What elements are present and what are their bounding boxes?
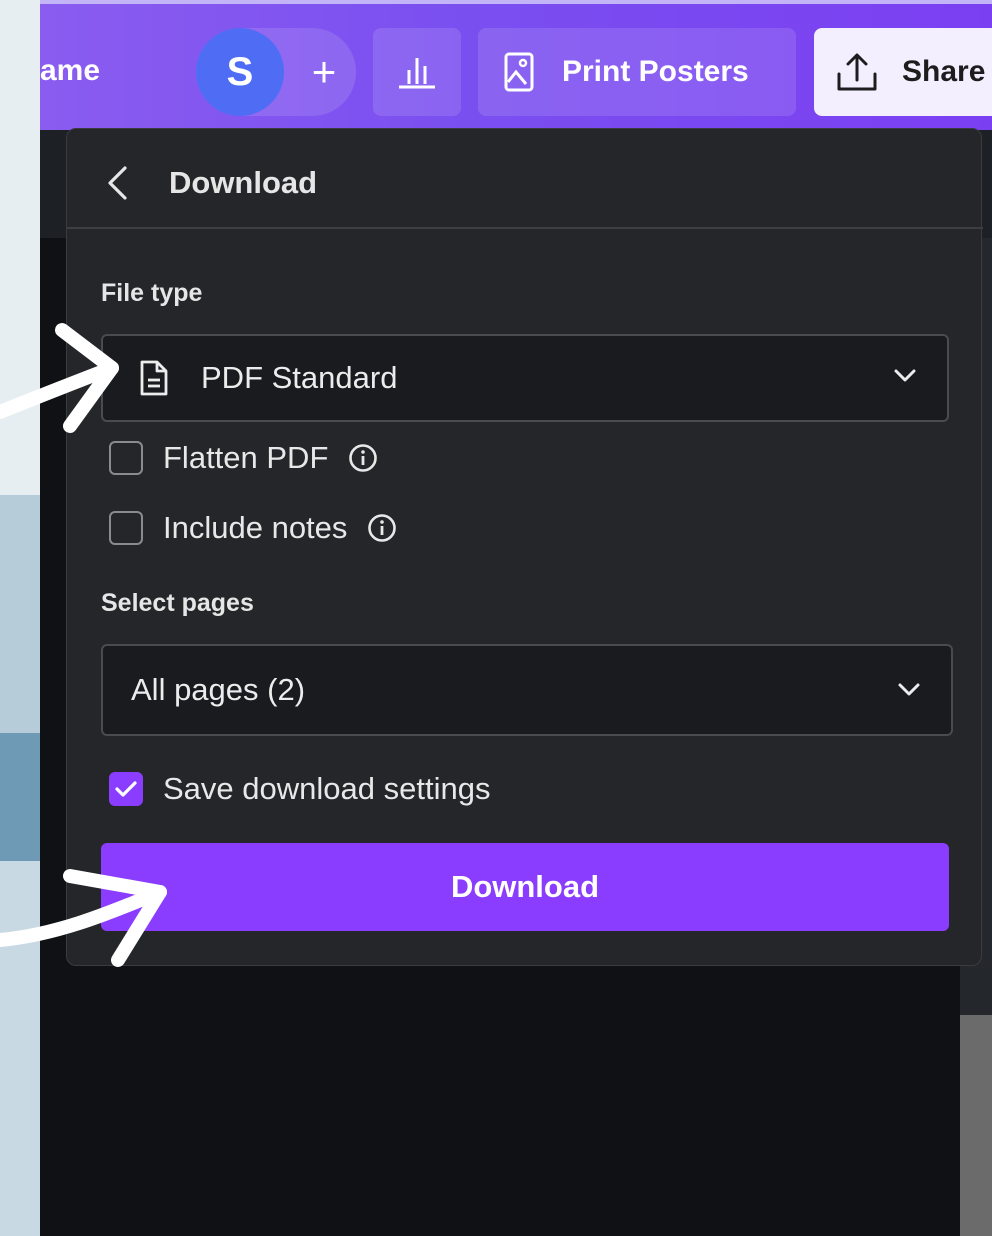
info-icon[interactable] [348,443,378,473]
upload-icon [837,53,877,91]
flatten-pdf-checkbox[interactable] [109,441,143,475]
checkmark-icon [115,781,137,797]
flatten-pdf-label: Flatten PDF [163,440,329,475]
download-button[interactable]: Download [101,843,949,931]
save-settings-checkbox[interactable] [109,772,143,806]
file-type-select[interactable]: PDF Standard [101,334,949,422]
info-icon[interactable] [367,513,397,543]
print-posters-button[interactable]: Print Posters [478,28,796,116]
insights-button[interactable] [373,28,461,116]
document-icon [140,360,168,396]
include-notes-label: Include notes [163,510,348,545]
design-name-fragment[interactable]: ame [40,54,100,88]
file-type-value: PDF Standard [201,360,398,395]
file-type-label: File type [101,279,203,307]
panel-title: Download [169,165,318,200]
include-notes-option[interactable]: Include notes [109,510,397,546]
save-settings-option[interactable]: Save download settings [109,771,490,807]
background-band [0,495,40,733]
collaborators-group[interactable]: S + [196,28,356,116]
image-frame-icon [504,52,534,92]
flatten-pdf-option[interactable]: Flatten PDF [109,440,378,476]
chevron-down-icon [894,369,916,382]
panel-header: Download [67,129,983,229]
chevron-down-icon [898,683,920,696]
download-panel: Download File type PDF Standard Flatten … [66,128,983,966]
background-band [0,733,40,861]
select-pages-label: Select pages [101,589,254,617]
plus-icon: + [311,48,337,95]
share-button[interactable]: Share [814,28,992,116]
background-band [0,861,40,1236]
user-avatar[interactable]: S [196,28,284,116]
chart-icon [399,58,435,89]
chevron-left-icon[interactable] [105,165,129,201]
scrollbar-thumb[interactable] [960,1015,992,1236]
editor-top-bar: ame S + Print Posters Share [40,0,992,130]
add-collaborator-button[interactable]: + [294,42,354,102]
select-pages-select[interactable]: All pages (2) [101,644,953,736]
share-label: Share [902,55,986,88]
background-band [0,0,40,495]
select-pages-value: All pages (2) [131,672,306,707]
save-settings-label: Save download settings [163,771,491,806]
print-posters-label: Print Posters [562,55,749,88]
include-notes-checkbox[interactable] [109,511,143,545]
